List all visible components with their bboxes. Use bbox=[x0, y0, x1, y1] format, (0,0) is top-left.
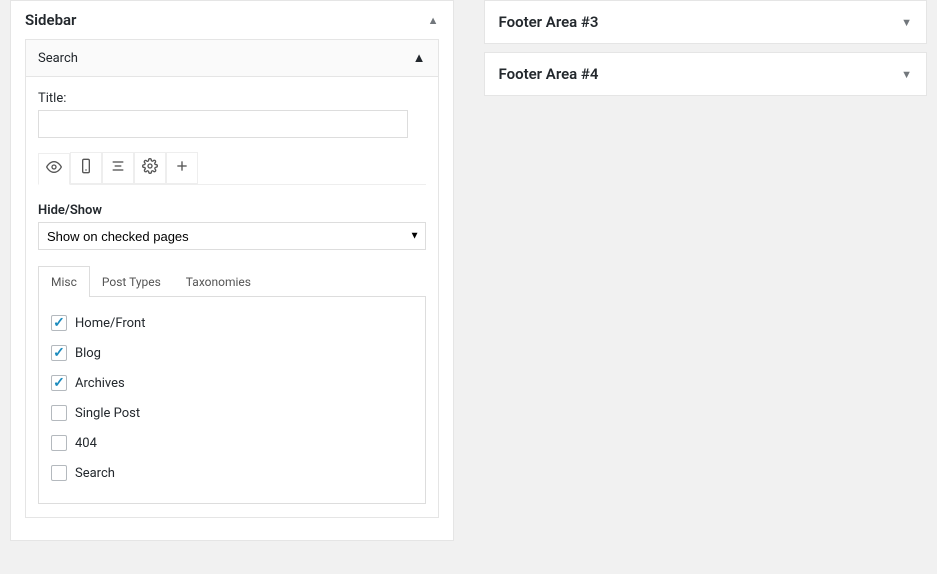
sidebar-panel: Sidebar ▲ Search ▲ Title: bbox=[10, 0, 454, 541]
checkbox-label: Blog bbox=[75, 346, 101, 361]
title-input[interactable] bbox=[38, 110, 408, 138]
footer-area-4-title: Footer Area #4 bbox=[499, 65, 599, 83]
page-type-tabs: Misc Post Types Taxonomies bbox=[38, 266, 426, 297]
search-widget-name: Search bbox=[38, 51, 78, 66]
misc-item-archives[interactable]: Archives bbox=[51, 375, 413, 391]
sidebar-panel-header[interactable]: Sidebar ▲ bbox=[11, 1, 453, 39]
tab-misc[interactable]: Misc bbox=[38, 266, 90, 297]
hide-show-label: Hide/Show bbox=[38, 203, 426, 218]
search-widget-body: Title: bbox=[25, 77, 439, 518]
checkbox[interactable] bbox=[51, 315, 67, 331]
checkbox[interactable] bbox=[51, 435, 67, 451]
checkbox[interactable] bbox=[51, 405, 67, 421]
add-tab[interactable] bbox=[166, 152, 198, 184]
misc-item-404[interactable]: 404 bbox=[51, 435, 413, 451]
sidebar-panel-title: Sidebar bbox=[25, 11, 76, 29]
gear-icon bbox=[142, 158, 158, 178]
checkbox-label: Archives bbox=[75, 376, 125, 391]
misc-tab-pane: Home/Front Blog Archives bbox=[38, 296, 426, 504]
tab-post-types[interactable]: Post Types bbox=[89, 266, 174, 297]
caret-down-icon: ▼ bbox=[901, 68, 912, 81]
plus-icon bbox=[174, 158, 190, 178]
search-widget-header[interactable]: Search ▲ bbox=[25, 39, 439, 77]
misc-item-single-post[interactable]: Single Post bbox=[51, 405, 413, 421]
footer-area-4-panel[interactable]: Footer Area #4 ▼ bbox=[484, 52, 928, 96]
misc-item-blog[interactable]: Blog bbox=[51, 345, 413, 361]
checkbox[interactable] bbox=[51, 345, 67, 361]
caret-up-icon: ▲ bbox=[428, 14, 439, 27]
devices-tab[interactable] bbox=[70, 152, 102, 184]
misc-item-search[interactable]: Search bbox=[51, 465, 413, 481]
widget-option-tabs bbox=[38, 152, 426, 185]
title-label: Title: bbox=[38, 91, 426, 106]
caret-up-icon: ▲ bbox=[413, 50, 426, 66]
search-widget: Search ▲ Title: bbox=[25, 39, 439, 518]
smartphone-icon bbox=[78, 158, 94, 178]
checkbox[interactable] bbox=[51, 465, 67, 481]
caret-down-icon: ▼ bbox=[901, 16, 912, 29]
sidebar-panel-body: Search ▲ Title: bbox=[11, 39, 453, 540]
align-center-icon bbox=[110, 158, 126, 178]
checkbox[interactable] bbox=[51, 375, 67, 391]
checkbox-label: Single Post bbox=[75, 406, 140, 421]
footer-area-3-title: Footer Area #3 bbox=[499, 13, 599, 31]
checkbox-label: 404 bbox=[75, 436, 97, 451]
alignment-tab[interactable] bbox=[102, 152, 134, 184]
visibility-tab[interactable] bbox=[38, 153, 70, 185]
tab-taxonomies[interactable]: Taxonomies bbox=[173, 266, 264, 297]
footer-area-3-panel[interactable]: Footer Area #3 ▼ bbox=[484, 0, 928, 44]
eye-icon bbox=[46, 159, 62, 179]
checkbox-label: Search bbox=[75, 466, 115, 481]
hide-show-select[interactable]: Show on checked pages bbox=[38, 222, 426, 250]
checkbox-label: Home/Front bbox=[75, 316, 146, 331]
misc-item-home-front[interactable]: Home/Front bbox=[51, 315, 413, 331]
settings-tab[interactable] bbox=[134, 152, 166, 184]
